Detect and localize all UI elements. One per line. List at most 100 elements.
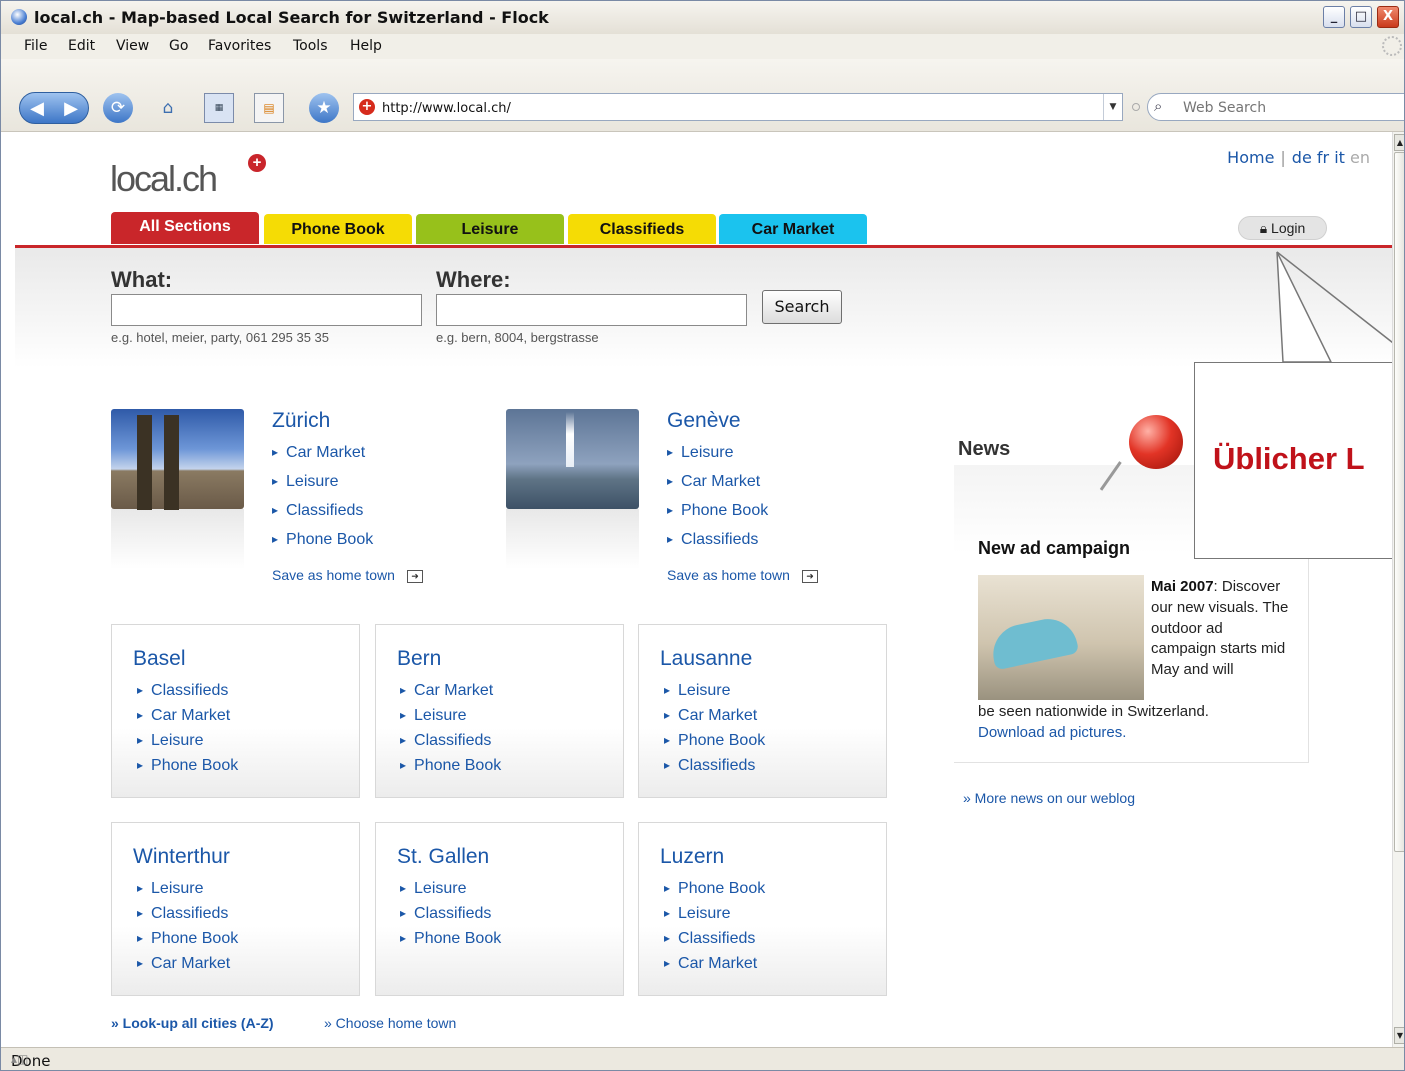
home-link[interactable]: Home [1227,148,1274,167]
geneve-link[interactable]: Car Market [667,473,760,491]
luzern-link[interactable]: Leisure [664,905,730,923]
zurich-link[interactable]: Classifieds [272,502,363,520]
zurich-link[interactable]: Phone Book [272,531,373,549]
menu-file[interactable]: File [24,38,47,54]
scroll-up-icon[interactable]: ▲ [1394,134,1404,151]
tab-car-market[interactable]: Car Market [719,214,867,244]
lang-it-link[interactable]: it [1334,148,1345,167]
back-icon[interactable]: ◀ [30,98,44,119]
city-heading-st-gallen[interactable]: St. Gallen [397,845,489,869]
where-field[interactable] [436,294,747,326]
url-dropdown-icon[interactable]: ▼ [1103,94,1122,120]
city-heading-basel[interactable]: Basel [133,647,186,671]
lausanne-link[interactable]: Leisure [664,682,730,700]
menu-go[interactable]: Go [169,38,188,54]
basel-link[interactable]: Car Market [137,707,230,725]
st-gallen-link[interactable]: Classifieds [400,905,491,923]
geneve-link[interactable]: Leisure [667,444,733,462]
luzern-link[interactable]: Car Market [664,955,757,973]
lausanne-link[interactable]: Car Market [664,707,757,725]
tab-all-sections[interactable]: All Sections [111,212,259,244]
zurich-link[interactable]: Car Market [272,444,365,462]
where-hint: e.g. bern, 8004, bergstrasse [436,330,599,345]
back-forward-buttons[interactable]: ◀ ▶ [19,92,89,124]
luzern-link[interactable]: Phone Book [664,880,765,898]
bern-link[interactable]: Phone Book [400,757,501,775]
where-label: Where: [436,267,511,292]
reload-icon[interactable]: ⟳ [103,93,133,123]
news-headline: New ad campaign [978,538,1131,558]
lang-fr-link[interactable]: fr [1317,148,1329,167]
city-heading-geneve[interactable]: Genève [667,409,741,433]
tab-phone-book[interactable]: Phone Book [264,214,412,244]
photo-uploader-icon[interactable]: ▦ [204,93,234,123]
menu-view[interactable]: View [116,38,149,54]
search-button[interactable]: Search [762,290,842,324]
what-label: What: [111,267,173,292]
what-field[interactable] [111,294,422,326]
basel-link[interactable]: Leisure [137,732,203,750]
winterthur-link[interactable]: Phone Book [137,930,238,948]
what-input[interactable] [112,295,421,325]
city-heading-zurich[interactable]: Zürich [272,409,330,433]
zurich-link[interactable]: Leisure [272,473,338,491]
choose-home-town-link[interactable]: » Choose home town [324,1015,456,1031]
lang-de-link[interactable]: de [1292,148,1312,167]
city-heading-lausanne[interactable]: Lausanne [660,647,752,671]
blog-editor-icon[interactable]: ▤ [254,93,284,123]
scroll-down-icon[interactable]: ▼ [1394,1027,1404,1044]
city-heading-luzern[interactable]: Luzern [660,845,724,869]
tab-leisure[interactable]: Leisure [416,214,564,244]
lausanne-link[interactable]: Phone Book [664,732,765,750]
where-input[interactable] [437,295,746,325]
search-icon: ⌕ [1154,97,1163,115]
scroll-thumb[interactable] [1394,152,1404,852]
arrow-right-icon: ➜ [801,569,818,583]
city-heading-bern[interactable]: Bern [397,647,441,671]
bern-link[interactable]: Car Market [400,682,493,700]
menu-favorites[interactable]: Favorites [208,38,271,54]
web-search-box[interactable]: ⌕ [1147,93,1404,121]
home-icon[interactable]: ⌂ [153,93,183,123]
callout-pointer [1276,251,1392,363]
more-news-link[interactable]: » More news on our weblog [963,790,1135,806]
city-heading-winterthur[interactable]: Winterthur [133,845,230,869]
winterthur-link[interactable]: Classifieds [137,905,228,923]
geneve-link[interactable]: Classifieds [667,531,758,549]
winterthur-link[interactable]: Leisure [137,880,203,898]
maximize-button[interactable]: □ [1350,6,1372,28]
bern-link[interactable]: Classifieds [400,732,491,750]
menu-tools[interactable]: Tools [293,38,328,54]
site-logo[interactable]: local.ch + [110,154,266,200]
save-home-town-geneve[interactable]: Save as home town ➜ [667,567,818,583]
url-input[interactable] [380,97,1104,119]
basel-link[interactable]: Phone Book [137,757,238,775]
geneve-link[interactable]: Phone Book [667,502,768,520]
save-home-town-zurich[interactable]: Save as home town ➜ [272,567,423,583]
st-gallen-link[interactable]: Phone Book [400,930,501,948]
st-gallen-link[interactable]: Leisure [400,880,466,898]
arrow-right-icon: ➜ [406,569,423,583]
menu-edit[interactable]: Edit [68,38,95,54]
site-favicon-icon: + [359,99,375,115]
winterthur-link[interactable]: Car Market [137,955,230,973]
menu-help[interactable]: Help [350,38,382,54]
lookup-all-cities-link[interactable]: » Look-up all cities (A-Z) [111,1015,274,1031]
minimize-button[interactable]: _ [1323,6,1345,28]
login-button[interactable]: 🔒︎ Login [1238,216,1327,240]
web-search-input[interactable] [1181,97,1395,119]
forward-icon[interactable]: ▶ [64,98,78,119]
tab-classifieds[interactable]: Classifieds [568,214,716,244]
lausanne-link[interactable]: Classifieds [664,757,755,775]
vertical-scrollbar[interactable]: ▲ ▼ [1392,132,1404,1047]
close-button[interactable]: X [1377,6,1399,28]
luzern-link[interactable]: Classifieds [664,930,755,948]
basel-link[interactable]: Classifieds [137,682,228,700]
separator-dot-icon [1132,103,1140,111]
callout-text: Üblicher L [1213,441,1365,476]
download-ad-pictures-link[interactable]: Download ad pictures. [978,724,1126,741]
news-text-continued: be seen nationwide in Switzerland. Downlo… [978,702,1298,744]
bern-link[interactable]: Leisure [400,707,466,725]
address-bar[interactable]: + ▼ [353,93,1123,121]
star-icon[interactable]: ★ [309,93,339,123]
